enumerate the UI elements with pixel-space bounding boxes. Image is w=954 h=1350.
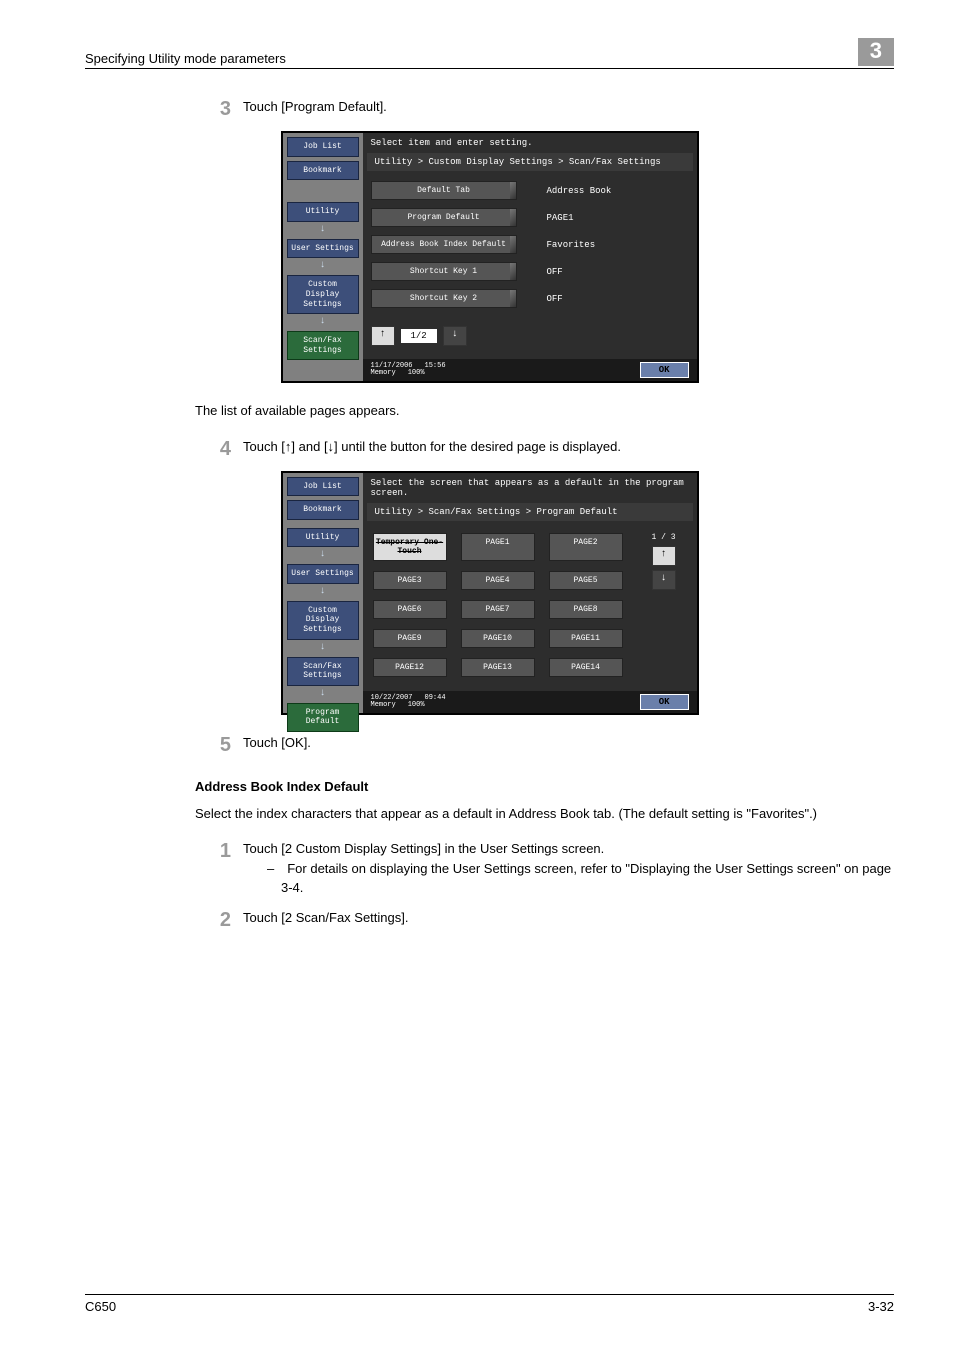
page5-button[interactable]: PAGE5	[549, 571, 623, 590]
utility-button[interactable]: Utility	[287, 528, 359, 548]
utility-button[interactable]: Utility	[287, 202, 359, 222]
down-arrow-icon: ↓	[287, 642, 359, 653]
bookmark-button[interactable]: Bookmark	[287, 161, 359, 181]
section-heading: Address Book Index Default	[195, 779, 894, 794]
screenshot-program-default: Job List Bookmark Utility ↓ User Setting…	[281, 471, 699, 715]
page14-button[interactable]: PAGE14	[549, 658, 623, 677]
step-2-text: Touch [2 Scan/Fax Settings].	[243, 908, 894, 932]
step-number-4: 4	[195, 437, 231, 461]
job-list-button[interactable]: Job List	[287, 477, 359, 497]
chapter-number: 3	[858, 38, 894, 66]
page1-button[interactable]: PAGE1	[461, 533, 535, 561]
page13-button[interactable]: PAGE13	[461, 658, 535, 677]
page3-button[interactable]: PAGE3	[373, 571, 447, 590]
step-number-5: 5	[195, 733, 231, 757]
down-arrow-icon: ↓	[287, 549, 359, 560]
address-book-index-default-button[interactable]: Address Book Index Default	[371, 235, 517, 254]
page12-button[interactable]: PAGE12	[373, 658, 447, 677]
status-memory-label: Memory	[371, 370, 396, 377]
down-arrow-icon: ↓	[287, 688, 359, 699]
page-indicator: 1/2	[401, 329, 437, 343]
custom-display-settings-button[interactable]: Custom Display Settings	[287, 275, 359, 314]
instruction-text: Select item and enter setting.	[363, 133, 697, 153]
program-default-button[interactable]: Program Default	[371, 208, 517, 227]
page-down-button[interactable]: ↓	[652, 570, 676, 590]
scan-fax-settings-button[interactable]: Scan/Fax Settings	[287, 657, 359, 686]
down-arrow-icon: ↓	[287, 316, 359, 327]
page-up-button[interactable]: ↑	[652, 546, 676, 566]
status-memory-value: 100%	[408, 370, 425, 377]
step-5-text: Touch [OK].	[243, 733, 894, 757]
status-memory-value: 100%	[408, 702, 425, 709]
bookmark-button[interactable]: Bookmark	[287, 500, 359, 520]
step-number-3: 3	[195, 97, 231, 121]
page8-button[interactable]: PAGE8	[549, 600, 623, 619]
page-up-button[interactable]: ↑	[371, 326, 395, 346]
section-intro: Select the index characters that appear …	[195, 804, 894, 824]
ok-button[interactable]: OK	[640, 362, 689, 378]
program-default-nav-button[interactable]: Program Default	[287, 703, 359, 732]
custom-display-settings-button[interactable]: Custom Display Settings	[287, 601, 359, 640]
header-title: Specifying Utility mode parameters	[85, 51, 286, 66]
page4-button[interactable]: PAGE4	[461, 571, 535, 590]
default-tab-button[interactable]: Default Tab	[371, 181, 517, 200]
program-default-value: PAGE1	[547, 213, 574, 223]
footer-right: 3-32	[868, 1299, 894, 1314]
status-time: 09:44	[425, 695, 446, 702]
step-3-result: The list of available pages appears.	[195, 401, 894, 421]
instruction-text: Select the screen that appears as a defa…	[363, 473, 697, 503]
breadcrumb: Utility > Custom Display Settings > Scan…	[367, 153, 693, 171]
shortcut-key-1-button[interactable]: Shortcut Key 1	[371, 262, 517, 281]
step-number-2: 2	[195, 908, 231, 932]
status-memory-label: Memory	[371, 702, 396, 709]
step-4-text: Touch [↑] and [↓] until the button for t…	[243, 437, 894, 461]
down-arrow-icon: ↓	[287, 224, 359, 235]
step-1-text: Touch [2 Custom Display Settings] in the…	[243, 839, 894, 859]
page6-button[interactable]: PAGE6	[373, 600, 447, 619]
page9-button[interactable]: PAGE9	[373, 629, 447, 648]
user-settings-button[interactable]: User Settings	[287, 239, 359, 259]
user-settings-button[interactable]: User Settings	[287, 564, 359, 584]
address-book-index-default-value: Favorites	[547, 240, 596, 250]
shortcut-key-2-value: OFF	[547, 294, 563, 304]
down-arrow-icon: ↓	[287, 586, 359, 597]
page-indicator: 1 / 3	[651, 533, 675, 542]
page11-button[interactable]: PAGE11	[549, 629, 623, 648]
page7-button[interactable]: PAGE7	[461, 600, 535, 619]
page2-button[interactable]: PAGE2	[549, 533, 623, 561]
shortcut-key-2-button[interactable]: Shortcut Key 2	[371, 289, 517, 308]
screenshot-scanfax-settings: Job List Bookmark Utility ↓ User Setting…	[281, 131, 699, 383]
page10-button[interactable]: PAGE10	[461, 629, 535, 648]
temporary-one-touch-button[interactable]: Temporary One-Touch	[373, 533, 447, 561]
step-1-sub: – For details on displaying the User Set…	[267, 859, 894, 898]
step-3-text: Touch [Program Default].	[243, 97, 894, 121]
scan-fax-settings-button[interactable]: Scan/Fax Settings	[287, 331, 359, 360]
down-arrow-icon: ↓	[287, 260, 359, 271]
default-tab-value: Address Book	[547, 186, 612, 196]
breadcrumb: Utility > Scan/Fax Settings > Program De…	[367, 503, 693, 521]
job-list-button[interactable]: Job List	[287, 137, 359, 157]
page-down-button[interactable]: ↓	[443, 326, 467, 346]
step-number-1: 1	[195, 839, 231, 898]
status-time: 15:56	[425, 363, 446, 370]
shortcut-key-1-value: OFF	[547, 267, 563, 277]
ok-button[interactable]: OK	[640, 694, 689, 710]
footer-left: C650	[85, 1299, 116, 1314]
